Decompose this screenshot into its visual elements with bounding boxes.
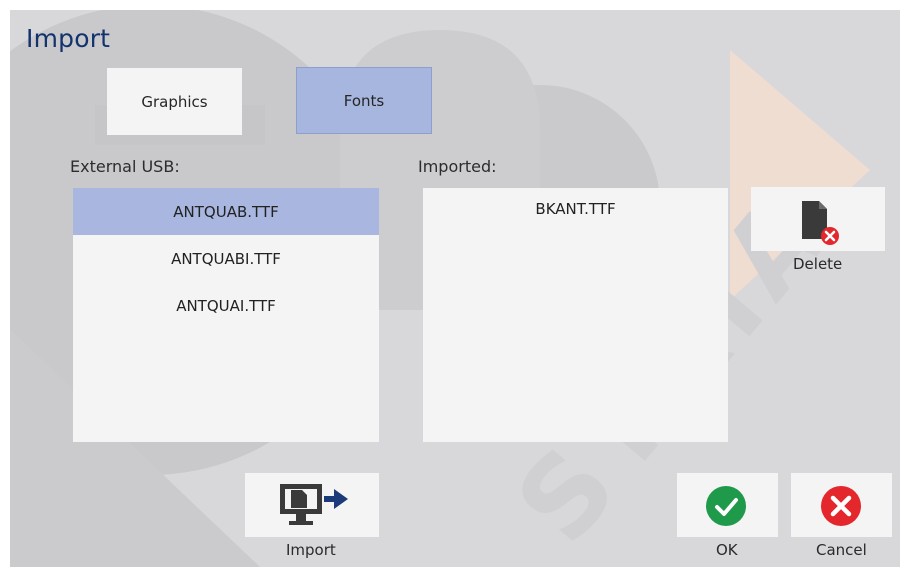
tab-graphics[interactable]: Graphics [107, 68, 242, 135]
external-usb-list[interactable]: ANTQUAB.TTF ANTQUABI.TTF ANTQUAI.TTF [73, 188, 379, 442]
imported-list[interactable]: BKANT.TTF [423, 188, 728, 442]
x-circle-icon [821, 486, 861, 526]
ok-label: OK [716, 541, 738, 559]
external-usb-label: External USB: [70, 157, 180, 176]
usb-list-item[interactable]: ANTQUAB.TTF [73, 188, 379, 235]
tab-fonts[interactable]: Fonts [296, 67, 432, 134]
tab-graphics-label: Graphics [141, 92, 208, 111]
file-delete-icon [802, 201, 839, 245]
imported-list-item[interactable]: BKANT.TTF [423, 188, 728, 238]
usb-list-item[interactable]: ANTQUAI.TTF [73, 282, 379, 329]
cancel-button[interactable] [791, 473, 892, 537]
import-screen: STRIA Import Graphics Fonts External USB… [10, 10, 900, 567]
delete-button[interactable] [751, 187, 885, 251]
check-circle-icon [706, 486, 746, 526]
page-title: Import [26, 24, 111, 53]
monitor-file-import-icon [280, 484, 348, 525]
usb-list-item[interactable]: ANTQUABI.TTF [73, 235, 379, 282]
delete-label: Delete [793, 255, 843, 273]
import-label: Import [286, 541, 336, 559]
import-button[interactable] [245, 473, 379, 537]
imported-label: Imported: [418, 157, 497, 176]
tab-fonts-label: Fonts [343, 91, 385, 110]
ok-button[interactable] [677, 473, 778, 537]
cancel-label: Cancel [816, 541, 867, 559]
